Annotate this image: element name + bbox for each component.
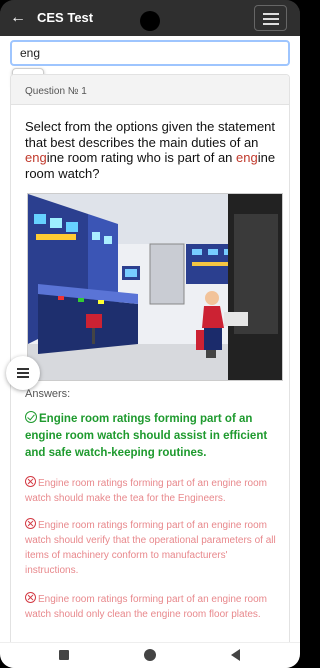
answer-option[interactable]: Engine room ratings forming part of an e… <box>25 476 283 506</box>
app-bar: ← CES Test <box>0 0 300 36</box>
answer-option-correct[interactable]: Engine room ratings forming part of an e… <box>25 411 283 462</box>
app-title: CES Test <box>37 10 94 25</box>
question-card: Question № 1 Select from the options giv… <box>10 74 290 668</box>
answers-label: Answers: <box>25 388 71 400</box>
back-triangle-icon[interactable] <box>231 649 240 661</box>
search-highlight: eng <box>236 150 258 165</box>
search-box: Eng <box>10 40 290 89</box>
menu-icon-bar <box>17 368 29 370</box>
engine-room-illustration-svg <box>28 194 282 380</box>
camera-cutout <box>140 11 160 31</box>
home-icon[interactable] <box>144 649 156 661</box>
answer-text: Engine room ratings forming part of an e… <box>25 413 268 459</box>
answer-text: Engine room ratings forming part of an e… <box>25 520 276 576</box>
search-input[interactable] <box>10 40 290 66</box>
question-text: Select from the options given the statem… <box>25 119 281 181</box>
check-circle-icon <box>25 411 37 423</box>
menu-icon-bar <box>17 376 29 378</box>
menu-button[interactable] <box>254 5 287 31</box>
search-highlight: eng <box>25 150 47 165</box>
system-nav-bar <box>0 642 300 668</box>
question-number: Question № 1 <box>11 75 289 105</box>
menu-icon-bar <box>263 23 279 25</box>
question-text-part: ine room rating who is part of an <box>46 150 237 165</box>
engine-room-illustration <box>27 193 283 381</box>
answer-text: Engine room ratings forming part of an e… <box>25 478 268 504</box>
x-circle-icon <box>25 518 36 529</box>
answer-option[interactable]: Engine room ratings forming part of an e… <box>25 592 283 622</box>
phone-screen: ← CES Test Eng Question № 1 Select from … <box>0 0 300 668</box>
x-circle-icon <box>25 476 36 487</box>
menu-icon-bar <box>17 372 29 374</box>
x-circle-icon <box>25 592 36 603</box>
question-text-part: Select from the options given the statem… <box>25 119 276 150</box>
back-arrow-icon[interactable]: ← <box>8 8 28 28</box>
menu-icon-bar <box>263 18 279 20</box>
answer-text: Engine room ratings forming part of an e… <box>25 594 268 620</box>
answer-option[interactable]: Engine room ratings forming part of an e… <box>25 518 283 578</box>
recent-apps-icon[interactable] <box>59 650 69 660</box>
floating-menu-button[interactable] <box>6 356 40 390</box>
main-content: Eng Question № 1 Select from the options… <box>0 36 300 668</box>
menu-icon-bar <box>263 13 279 15</box>
